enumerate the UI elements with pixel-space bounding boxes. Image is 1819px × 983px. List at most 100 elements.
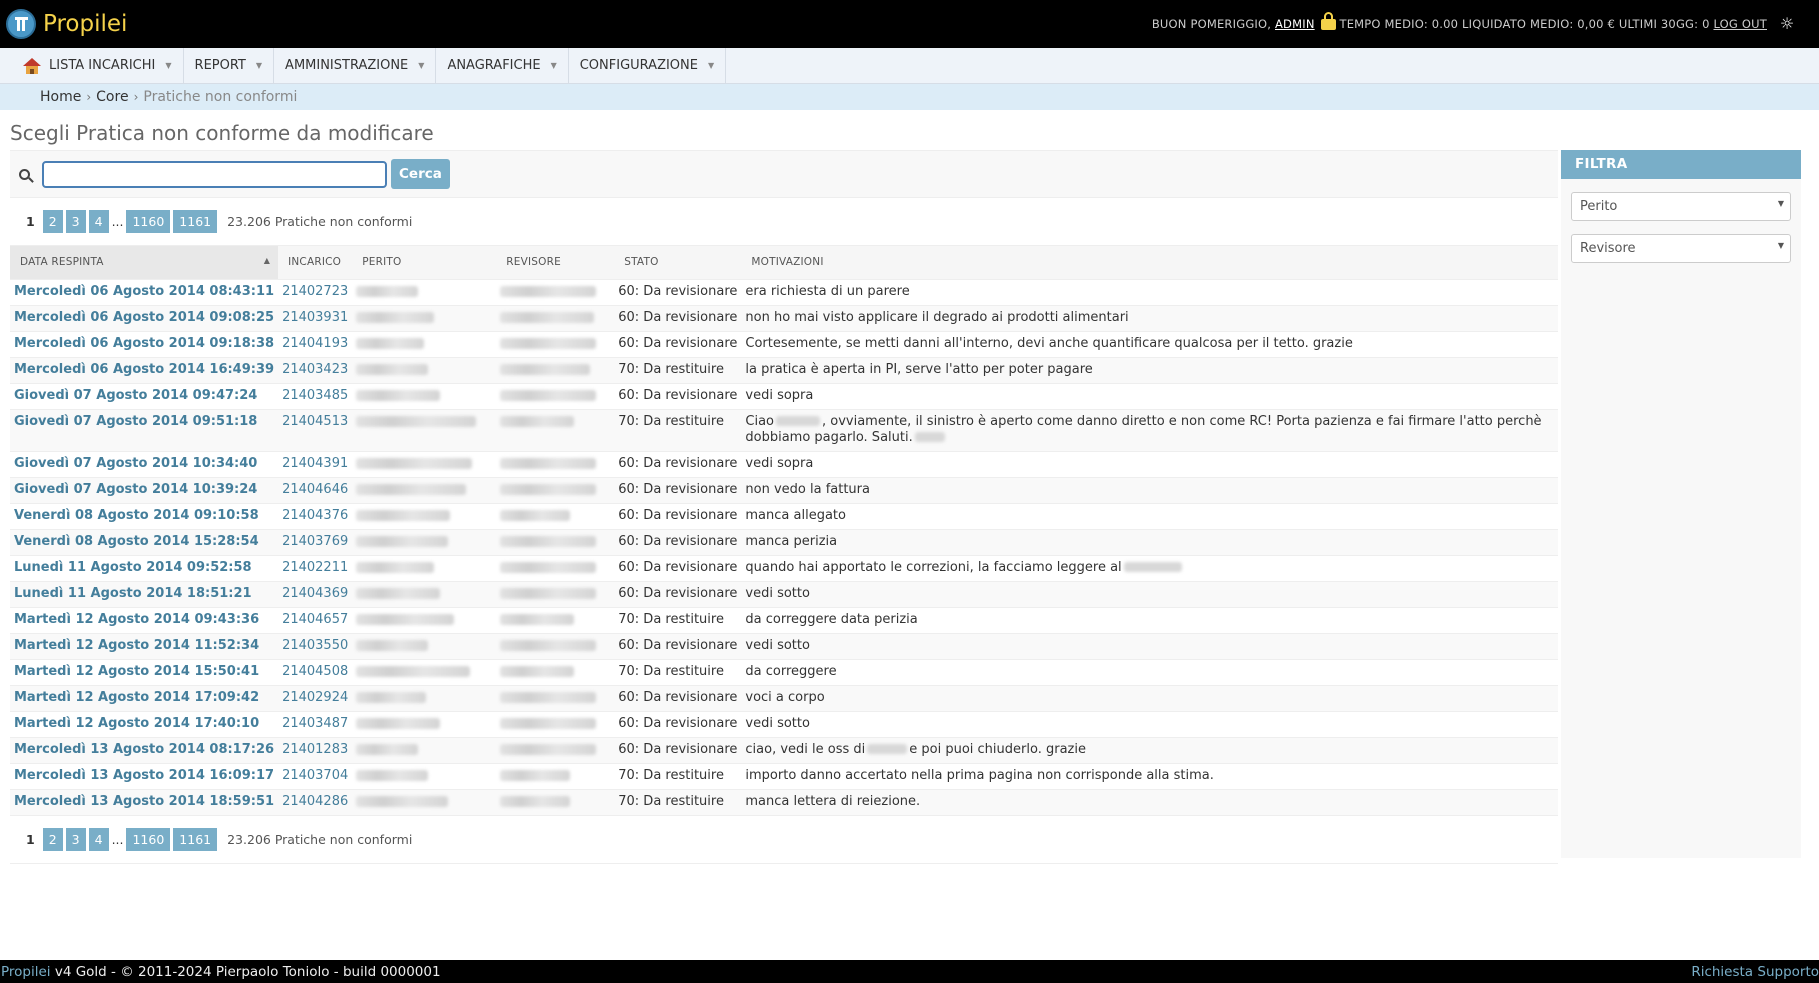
row-stato: 60: Da revisionare [618,283,738,299]
table-row[interactable]: Giovedì 07 Agosto 2014 10:39:24 21404646 6… [10,477,1558,504]
redacted-revisore [500,535,597,547]
row-date-link[interactable]: Giovedì 07 Agosto 2014 09:51:18 [14,414,257,429]
page-link[interactable]: 4 [88,210,109,233]
paginator-bottom: 1 2 3 4 ... 1160 1161 23.206 Pratiche no… [10,816,1558,864]
row-date-link[interactable]: Mercoledì 06 Agosto 2014 09:18:38 [14,336,274,351]
page-link[interactable]: 1161 [173,210,218,233]
breadcrumb-separator: › [133,90,139,104]
redacted-revisore [500,389,597,401]
row-stato: 70: Da restituire [618,663,724,679]
row-date-link[interactable]: Giovedì 07 Agosto 2014 09:47:24 [14,388,257,403]
page-link[interactable]: 3 [65,210,86,233]
breadcrumb-home[interactable]: Home [40,89,81,105]
row-stato: 60: Da revisionare [618,335,738,351]
row-date-link[interactable]: Martedì 12 Agosto 2014 09:43:36 [14,612,259,627]
column-header-perito[interactable]: PERITO [352,246,497,280]
row-date-link[interactable]: Mercoledì 13 Agosto 2014 16:09:17 [14,768,274,783]
column-header-revisore[interactable]: REVISORE [496,246,615,280]
table-row[interactable]: Martedì 12 Agosto 2014 15:50:41 21404508 7… [10,659,1558,686]
search-input[interactable] [42,160,387,188]
logo[interactable]: Propilei [6,9,127,39]
table-row[interactable]: Mercoledì 06 Agosto 2014 16:49:39 2140342… [10,357,1558,384]
table-row[interactable]: Mercoledì 06 Agosto 2014 09:18:38 2140419… [10,331,1558,358]
page-link[interactable]: 1161 [173,827,218,851]
table-row[interactable]: Mercoledì 13 Agosto 2014 16:09:17 2140370… [10,763,1558,790]
greeting: BUON POMERIGGIO, [1151,17,1272,31]
filter-perito-select[interactable]: Perito ▼ [1571,192,1791,221]
column-header-motivazioni[interactable]: MOTIVAZIONI [741,246,1558,280]
row-date-link[interactable]: Giovedì 07 Agosto 2014 10:39:24 [14,482,257,497]
motivazione-text: vedi sopra [745,455,814,471]
table-row[interactable]: Mercoledì 13 Agosto 2014 08:17:26 2140128… [10,737,1558,764]
nav-item-amministrazione[interactable]: AMMINISTRAZIONE ▼ [274,48,437,83]
table-row[interactable]: Martedì 12 Agosto 2014 17:40:10 21403487 6… [10,711,1558,738]
sort-ascending-icon[interactable]: ▲ [264,256,270,265]
nav-item-anagrafiche[interactable]: ANAGRAFICHE ▼ [436,48,569,83]
result-count: 23.206 Pratiche non conformi [227,831,413,847]
redacted-revisore [500,561,597,573]
breadcrumb-core[interactable]: Core [96,89,128,105]
nav-item-configurazione[interactable]: CONFIGURAZIONE ▼ [569,48,727,83]
table-row[interactable]: Mercoledì 06 Agosto 2014 08:43:11 2140272… [10,279,1558,306]
table-row[interactable]: Lunedì 11 Agosto 2014 18:51:21 21404369 60… [10,581,1558,608]
row-incarico: 21404286 [282,793,349,809]
motivazione-text: ciao, vedi le oss di [745,741,866,757]
table-row[interactable]: Venerdì 08 Agosto 2014 09:10:58 21404376 6… [10,503,1558,530]
row-date-link[interactable]: Mercoledì 13 Agosto 2014 18:59:51 [14,794,274,809]
lock-icon[interactable] [1320,12,1337,30]
redacted-perito [356,483,467,495]
nav-item-lista-incarichi[interactable]: LISTA INCARICHI ▼ [12,48,184,83]
row-date-link[interactable]: Mercoledì 13 Agosto 2014 08:17:26 [14,742,274,757]
table-row[interactable]: Mercoledì 13 Agosto 2014 18:59:51 2140428… [10,789,1558,816]
filter-revisore-select[interactable]: Revisore ▼ [1571,234,1791,263]
row-date-link[interactable]: Lunedì 11 Agosto 2014 18:51:21 [14,586,252,601]
footer-brand[interactable]: Propilei [1,964,51,980]
user-link[interactable]: ADMIN [1275,17,1315,31]
table-row[interactable]: Giovedì 07 Agosto 2014 09:47:24 21403485 6… [10,383,1558,410]
page-link[interactable]: 2 [42,210,63,233]
column-header-incarico[interactable]: INCARICO [278,246,353,280]
row-incarico: 21404391 [282,455,349,471]
search-button[interactable]: Cerca [391,159,450,189]
table-row[interactable]: Giovedì 07 Agosto 2014 09:51:18 21404513 7… [10,409,1558,452]
row-date-link[interactable]: Martedì 12 Agosto 2014 17:40:10 [14,716,259,731]
row-date-link[interactable]: Lunedì 11 Agosto 2014 09:52:58 [14,560,252,575]
redacted-revisore [500,665,575,677]
caret-down-icon: ▼ [165,61,172,70]
page-link[interactable]: 3 [65,827,86,851]
table-row[interactable]: Mercoledì 06 Agosto 2014 09:08:25 2140393… [10,305,1558,332]
column-header-data-respinta[interactable]: DATA RESPINTA ▲ [10,246,279,280]
support-link[interactable]: Richiesta Supporto [1691,964,1819,980]
nav-item-report[interactable]: REPORT ▼ [184,48,275,83]
page-link[interactable]: 4 [88,827,109,851]
motivazione-text: manca lettera di reiezione. [745,793,921,809]
logout-link[interactable]: LOG OUT [1713,17,1767,31]
row-date-link[interactable]: Venerdì 08 Agosto 2014 15:28:54 [14,534,259,549]
table-row[interactable]: Martedì 12 Agosto 2014 17:09:42 21402924 6… [10,685,1558,712]
table-row[interactable]: Giovedì 07 Agosto 2014 10:34:40 21404391 6… [10,451,1558,478]
row-date-link[interactable]: Martedì 12 Agosto 2014 11:52:34 [14,638,259,653]
row-date-link[interactable]: Mercoledì 06 Agosto 2014 08:43:11 [14,284,274,299]
redacted-revisore [500,795,571,807]
footer: Propilei v4 Gold - © 2011-2024 Pierpaolo… [0,960,1819,983]
sun-icon[interactable]: ☼ [1779,16,1795,32]
table-row[interactable]: Lunedì 11 Agosto 2014 09:52:58 21402211 60… [10,555,1558,582]
row-date-link[interactable]: Martedì 12 Agosto 2014 17:09:42 [14,690,259,705]
row-date-link[interactable]: Mercoledì 06 Agosto 2014 09:08:25 [14,310,274,325]
row-date-link[interactable]: Martedì 12 Agosto 2014 15:50:41 [14,664,259,679]
page-link[interactable]: 1160 [126,210,171,233]
row-date-link[interactable]: Venerdì 08 Agosto 2014 09:10:58 [14,508,259,523]
row-date-link[interactable]: Giovedì 07 Agosto 2014 10:34:40 [14,456,257,471]
breadcrumb: Home › Core › Pratiche non conformi [0,84,1819,110]
page-link[interactable]: 2 [42,827,63,851]
breadcrumb-separator: › [86,90,92,104]
table-row[interactable]: Venerdì 08 Agosto 2014 15:28:54 21403769 6… [10,529,1558,556]
table-row[interactable]: Martedì 12 Agosto 2014 11:52:34 21403550 6… [10,633,1558,660]
search-toolbar: Cerca [10,150,1558,198]
column-header-stato[interactable]: STATO [614,246,742,280]
motivazione-text: la pratica è aperta in PI, serve l'atto … [745,361,1093,377]
redacted-perito [356,691,427,703]
page-link[interactable]: 1160 [126,827,171,851]
table-row[interactable]: Martedì 12 Agosto 2014 09:43:36 21404657 7… [10,607,1558,634]
row-date-link[interactable]: Mercoledì 06 Agosto 2014 16:49:39 [14,362,274,377]
